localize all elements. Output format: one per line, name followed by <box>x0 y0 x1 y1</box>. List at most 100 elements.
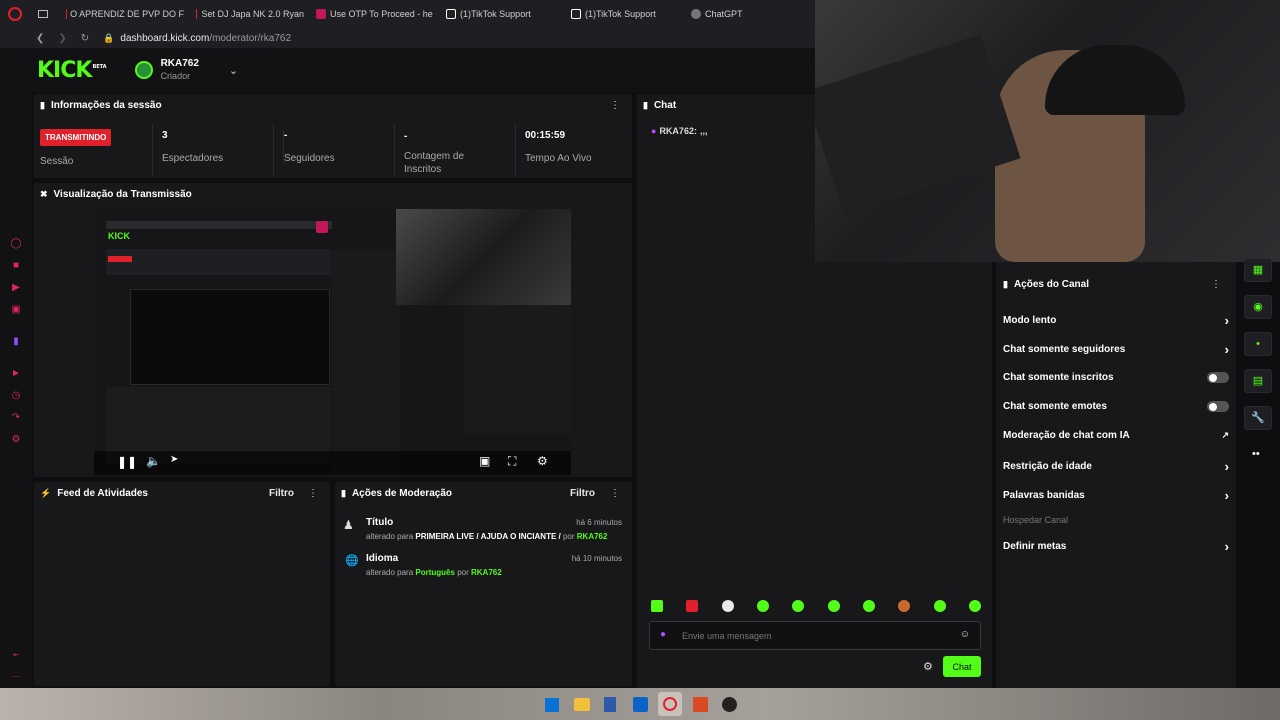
transmission-title: ✖ Visualização da Transmissão <box>40 189 192 200</box>
volume-icon[interactable]: 🔈 <box>146 454 161 468</box>
app-icon[interactable] <box>693 697 708 712</box>
moderation-title: ▮ Ações de Moderação <box>341 488 452 499</box>
obs-icon[interactable] <box>722 697 737 712</box>
chevron-right-icon: › <box>1224 342 1229 357</box>
notes-icon[interactable]: ▦ <box>1244 258 1272 282</box>
action-age-restriction[interactable]: Restrição de idade › <box>1003 459 1229 474</box>
emote-icon[interactable] <box>968 600 981 612</box>
stream-player[interactable]: KICK ❚❚ 🔈 ➤ ▣ ⛶ ⚙ <box>94 209 571 475</box>
broadcast-icon[interactable]: • <box>1244 332 1272 356</box>
user-role: Criador <box>160 71 191 81</box>
chevron-right-icon: › <box>1224 488 1229 503</box>
more-vert-icon[interactable]: ⋮ <box>308 488 318 499</box>
more-vert-icon[interactable]: ⋮ <box>610 100 620 111</box>
action-slow-mode[interactable]: Modo lento › <box>1003 313 1229 328</box>
emotes-only-toggle[interactable] <box>1207 401 1229 412</box>
avatar[interactable] <box>134 61 153 79</box>
windows-start-icon[interactable] <box>545 698 559 712</box>
emote-icon[interactable] <box>862 600 875 612</box>
more-vert-icon[interactable]: ⋮ <box>610 488 620 499</box>
forward-icon[interactable]: ❯ <box>58 33 66 44</box>
browser-tab[interactable]: Use OTP To Proceed - he <box>310 0 440 28</box>
feed-filter-button[interactable]: Filtro <box>269 488 294 499</box>
twitch-icon[interactable]: ▮ <box>10 336 22 348</box>
chat-settings-icon[interactable]: ⚙ <box>923 660 933 673</box>
youtube-icon[interactable]: ▶ <box>10 282 22 294</box>
url-field[interactable]: dashboard.kick.com/moderator/rka762 <box>120 33 291 44</box>
browser-tab[interactable]: (1)TikTok Support <box>565 0 685 28</box>
chatgpt-icon <box>691 9 701 19</box>
browser-tab[interactable]: Set DJ Japa NK 2.0 Ryan <box>190 0 310 28</box>
chat-input[interactable] <box>682 628 942 644</box>
play-circle-icon[interactable]: ► <box>10 368 22 380</box>
emote-icon[interactable] <box>898 600 911 612</box>
emote-icon[interactable] <box>686 600 699 612</box>
detail-value: PRIMEIRA LIVE / AJUDA O INCIANTE / <box>415 532 561 541</box>
cursor-icon: ➤ <box>170 454 179 465</box>
reload-icon[interactable]: ↻ <box>81 33 89 44</box>
bubbles-icon[interactable]: •• <box>1252 448 1260 460</box>
detail-user[interactable]: RKA762 <box>471 568 502 577</box>
channel-actions-panel: ▮ Ações do Canal ⋮ Modo lento › Chat some… <box>996 262 1236 688</box>
emote-icon[interactable] <box>792 600 805 612</box>
emote-icon[interactable] <box>827 600 840 612</box>
window-icon[interactable]: ▣ <box>10 304 22 316</box>
tab-list-icon[interactable] <box>38 10 48 18</box>
emote-icon[interactable] <box>721 600 734 612</box>
mic-badge-icon: ● <box>651 126 657 136</box>
send-chat-button[interactable]: Chat <box>943 656 981 677</box>
opera-icon[interactable] <box>658 692 682 716</box>
browser-tab[interactable]: (1)TikTok Support <box>440 0 565 28</box>
detail-prefix: alterado para <box>366 532 414 541</box>
tab-label: Set DJ Japa NK 2.0 Ryan <box>201 9 304 19</box>
emote-icon[interactable] <box>756 600 769 612</box>
action-set-goals[interactable]: Definir metas › <box>1003 539 1229 554</box>
moderation-filter-button[interactable]: Filtro <box>570 488 595 499</box>
browser-tab[interactable]: ChatGPT <box>685 0 765 28</box>
pip-icon[interactable]: ▣ <box>479 454 490 468</box>
calculator-icon[interactable] <box>604 697 616 712</box>
emoji-icon[interactable]: ☺ <box>960 629 970 640</box>
actions-title-text: Ações do Canal <box>1013 279 1089 290</box>
stream-frame-logo: KICK <box>108 231 130 241</box>
tiktok-icon <box>446 9 456 19</box>
wrench-icon[interactable]: 🔧 <box>1244 406 1272 430</box>
chat-user[interactable]: RKA762: <box>659 126 697 136</box>
user-info[interactable]: RKA762 Criador <box>161 58 199 82</box>
share-icon[interactable]: ↷ <box>10 412 22 424</box>
mic-icon[interactable]: ● <box>660 629 666 640</box>
activity-feed-panel: ⚡ Feed de Atividades Filtro ⋮ <box>34 482 330 686</box>
chat-input-box[interactable]: ● ☺ <box>649 621 981 650</box>
more-icon[interactable]: ⋯ <box>10 670 22 682</box>
action-banned-words[interactable]: Palavras banidas › <box>1003 488 1229 503</box>
stat-live-time: 00:15:59 Tempo Ao Vivo <box>525 130 592 164</box>
file-explorer-icon[interactable] <box>574 698 590 711</box>
chevron-down-icon[interactable]: ⌄ <box>229 64 238 77</box>
fullscreen-icon[interactable]: ⛶ <box>508 454 516 469</box>
action-followers-only[interactable]: Chat somente seguidores › <box>1003 342 1229 357</box>
emote-icon[interactable] <box>933 600 946 612</box>
emote-icon[interactable] <box>651 600 663 612</box>
kick-logo[interactable]: KICKBETA <box>37 58 107 83</box>
bot-icon[interactable]: ■ <box>10 260 22 272</box>
outlook-icon[interactable] <box>633 697 648 712</box>
settings-icon[interactable]: ⚙ <box>10 434 22 446</box>
layout-icon[interactable]: ▤ <box>1244 369 1272 393</box>
logo-text: KICK <box>37 57 92 83</box>
pause-icon[interactable]: ❚❚ <box>117 455 137 469</box>
browser-menu-icon[interactable] <box>8 7 22 21</box>
back-icon[interactable]: ❮ <box>36 33 44 44</box>
chat-bubble-icon[interactable]: ◉ <box>1244 295 1272 319</box>
stat-subscribers: - Contagem de Inscritos <box>404 130 474 176</box>
power-icon[interactable]: ◯ <box>10 238 22 250</box>
browser-tab[interactable]: O APRENDIZ DE PVP DO F <box>60 0 190 28</box>
more-vert-icon[interactable]: ⋮ <box>1211 279 1221 290</box>
detail-user[interactable]: RKA762 <box>577 532 608 541</box>
action-ai-moderation[interactable]: Moderação de chat com IA ↗ <box>1003 430 1229 441</box>
action-subscribers-only: Chat somente inscritos <box>1003 372 1229 383</box>
clock-icon[interactable]: ◷ <box>10 390 22 402</box>
collapse-icon[interactable]: ⇤ <box>10 650 22 662</box>
subscribers-only-toggle[interactable] <box>1207 372 1229 383</box>
settings-icon[interactable]: ⚙ <box>537 454 548 468</box>
session-caption: Sessão <box>40 156 74 167</box>
